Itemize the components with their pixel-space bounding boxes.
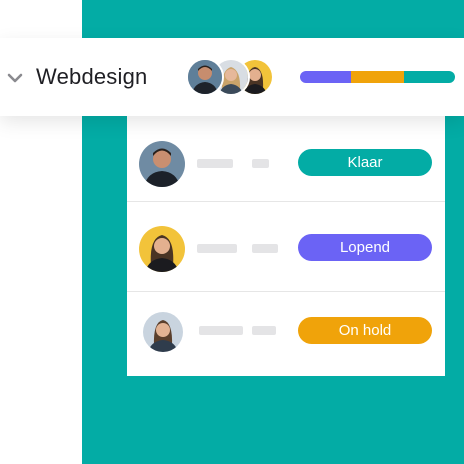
status-progress-bar	[300, 71, 455, 83]
divider	[127, 201, 445, 202]
progress-segment	[403, 71, 455, 83]
progress-segment	[300, 71, 352, 83]
status-badge[interactable]: Lopend	[298, 234, 432, 261]
status-badge[interactable]: Klaar	[298, 149, 432, 176]
group-title: Webdesign	[36, 64, 148, 89]
placeholder-bar	[252, 326, 276, 335]
chevron-down-icon[interactable]	[7, 71, 23, 83]
placeholder-bar	[252, 244, 278, 253]
placeholder-bar	[199, 326, 243, 335]
progress-segment	[351, 71, 404, 83]
placeholder-bar	[197, 244, 237, 253]
placeholder-bar	[252, 159, 269, 168]
placeholder-bar	[197, 159, 233, 168]
task-list: Klaar Lopend On hold	[127, 116, 445, 376]
avatar[interactable]	[139, 226, 185, 272]
avatar[interactable]	[139, 141, 185, 187]
task-row[interactable]: Klaar	[127, 116, 445, 202]
task-row[interactable]: On hold	[127, 292, 445, 376]
member-avatars[interactable]	[186, 58, 276, 96]
avatar[interactable]	[186, 58, 224, 96]
status-badge[interactable]: On hold	[298, 317, 432, 344]
avatar[interactable]	[143, 312, 183, 352]
task-row[interactable]: Lopend	[127, 206, 445, 292]
